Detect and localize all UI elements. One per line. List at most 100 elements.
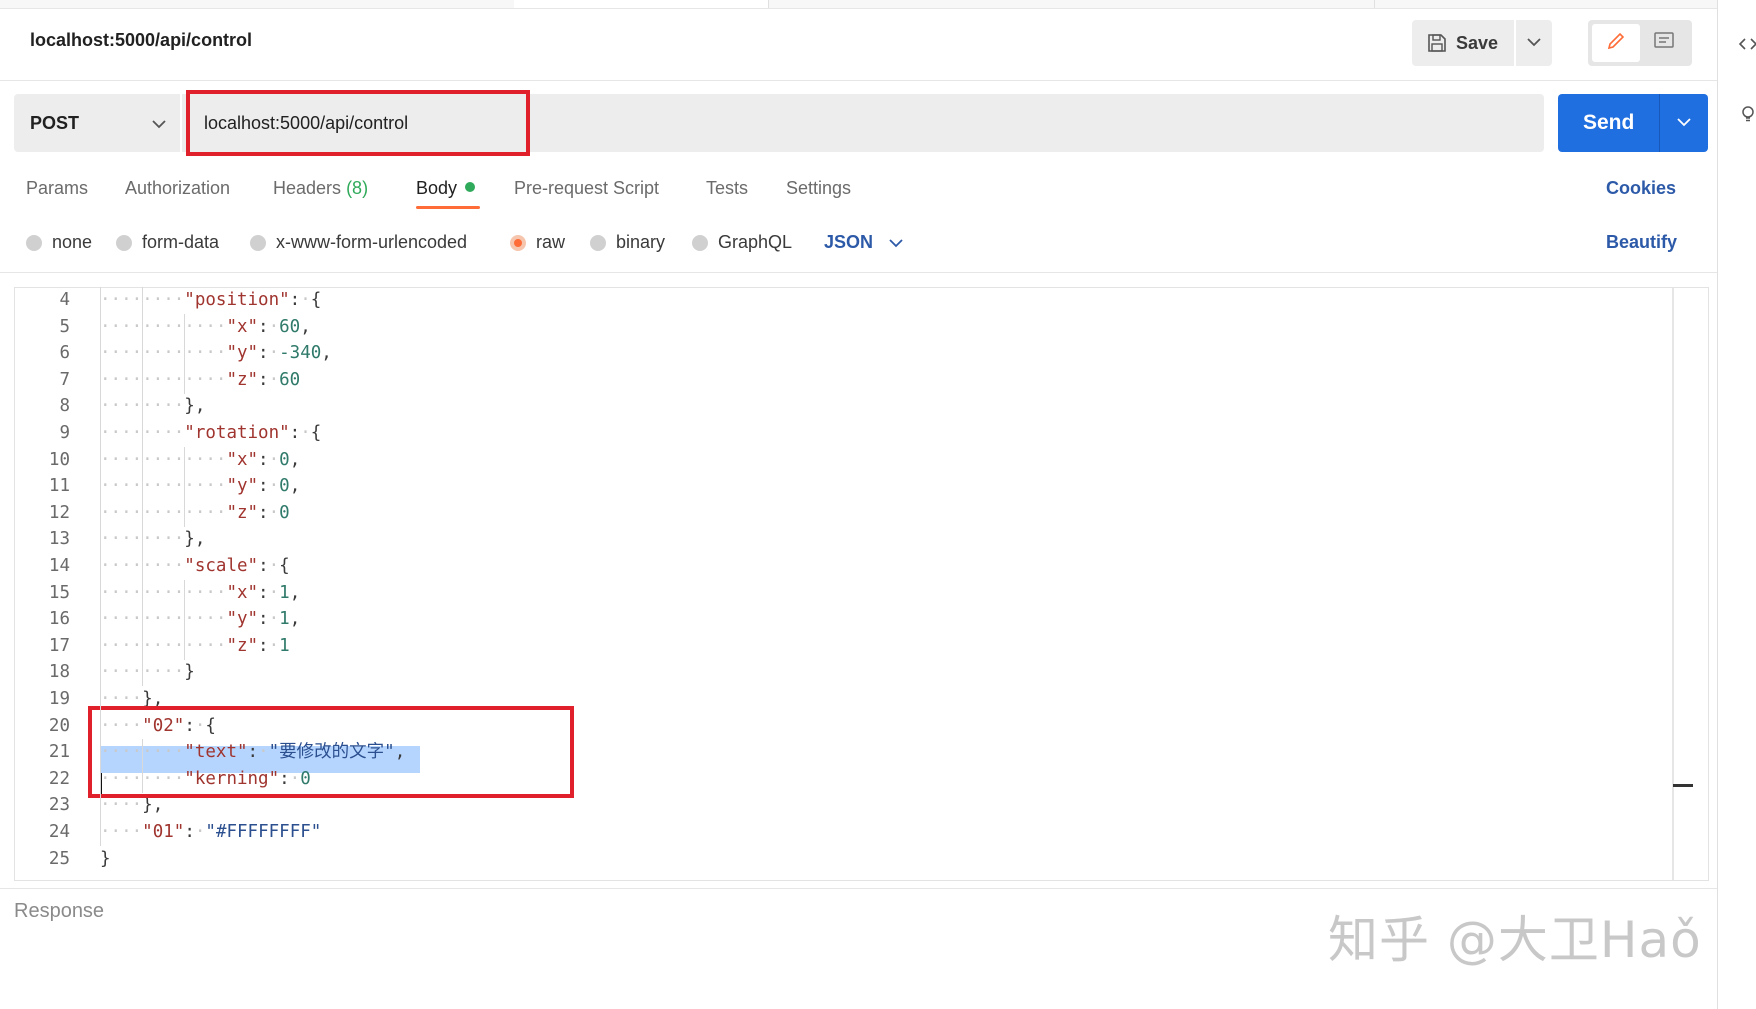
indent-guide <box>100 606 101 634</box>
line-number: 6 <box>59 343 70 364</box>
code-line[interactable]: 13 ········}, <box>14 526 1654 553</box>
tab-params[interactable]: Params <box>26 178 88 199</box>
tab-headers-label: Headers <box>273 178 342 198</box>
radio-circle <box>116 234 132 251</box>
code-token: 0 <box>279 449 290 470</box>
code-line[interactable]: 10 ············"x":·0, <box>14 447 1654 474</box>
tab-settings[interactable]: Settings <box>786 178 851 199</box>
code-line[interactable]: 25} <box>14 846 1654 873</box>
code-line[interactable]: 24 ····"01":·"#FFFFFFFF" <box>14 819 1654 846</box>
code-line[interactable]: 17 ············"z":·1 <box>14 633 1654 660</box>
code-token: { <box>310 290 322 310</box>
method-select[interactable]: POST <box>14 94 182 152</box>
code-line[interactable]: 4 ········"position":·{ <box>14 287 1654 314</box>
status-dot <box>465 182 476 193</box>
tab-strip-segment[interactable] <box>0 0 515 8</box>
code-line[interactable]: 8 ········}, <box>14 393 1654 420</box>
radio-x-www-form-urlencoded[interactable]: x-www-form-urlencoded <box>250 232 467 253</box>
line-number: 19 <box>48 689 70 709</box>
tab-tests[interactable]: Tests <box>706 178 748 199</box>
code-line[interactable]: 9 ········"rotation":·{ <box>14 420 1654 447</box>
beautify-link[interactable]: Beautify <box>1606 232 1677 253</box>
send-button[interactable]: Send <box>1558 94 1661 152</box>
code-line[interactable]: 12 ············"z":·0 <box>14 500 1654 527</box>
indent-guide <box>100 420 101 447</box>
edit-mode-button[interactable] <box>1592 24 1640 62</box>
chevron-down-icon <box>1527 34 1541 52</box>
line-number: 15 <box>48 582 70 603</box>
raw-format-select[interactable]: JSON <box>824 232 903 253</box>
editor-scrollbar-track[interactable] <box>1672 288 1674 880</box>
watermark: 知乎 @大卫Haǒ <box>1328 911 1702 969</box>
code-token: , <box>289 582 301 603</box>
code-text: ············"y":·-340, <box>100 340 332 367</box>
code-line[interactable]: 15 ············"x":·1, <box>14 580 1654 607</box>
line-number: 21 <box>48 742 70 763</box>
indent-guide <box>142 393 143 421</box>
radio-circle <box>26 234 42 251</box>
code-text: ············"z":·60 <box>100 367 300 394</box>
radio-binary[interactable]: binary <box>590 232 665 253</box>
tab-headers[interactable]: Headers (8) <box>273 178 368 199</box>
code-token: : <box>258 556 269 576</box>
code-icon[interactable] <box>1738 34 1756 54</box>
code-token: : <box>289 290 301 310</box>
indent-guide <box>184 499 185 527</box>
radio-none[interactable]: none <box>26 232 92 253</box>
line-number: 23 <box>48 795 70 816</box>
radio-form-data[interactable]: form-data <box>116 232 219 253</box>
scrollbar-marker <box>1673 784 1693 787</box>
code-token: · <box>268 556 280 576</box>
tab-authorization[interactable]: Authorization <box>125 178 230 199</box>
code-token: 0 <box>279 502 290 523</box>
code-line[interactable]: 11 ············"y":·0, <box>14 473 1654 500</box>
indent-guide <box>142 473 143 501</box>
indent-guide <box>100 659 101 687</box>
indent-guide <box>100 579 101 607</box>
radio-label: binary <box>616 232 666 252</box>
radio-graphql[interactable]: GraphQL <box>692 232 792 253</box>
code-token: · <box>268 316 280 337</box>
tab-strip-segment-active[interactable] <box>514 0 769 8</box>
code-text: ········"scale":·{ <box>100 553 290 580</box>
comment-mode-button[interactable] <box>1640 24 1688 62</box>
code-token: : <box>258 476 269 497</box>
cookies-link[interactable]: Cookies <box>1606 178 1676 199</box>
code-line[interactable]: 18 ········} <box>14 659 1654 686</box>
indent-guide <box>100 632 101 660</box>
send-options-button[interactable] <box>1660 94 1708 152</box>
code-text: ············"y":·0, <box>100 473 300 500</box>
radio-circle <box>692 234 708 251</box>
radio-circle <box>250 234 266 251</box>
save-button[interactable]: Save <box>1412 20 1517 66</box>
annotation-box-code <box>88 706 574 798</box>
code-line[interactable]: 5 ············"x":·60, <box>14 314 1654 341</box>
code-token: : <box>258 343 269 364</box>
indent-guide <box>100 526 101 554</box>
radio-raw[interactable]: raw <box>510 232 565 253</box>
code-token: "position" <box>184 290 290 310</box>
save-label: Save <box>1456 32 1499 53</box>
save-options-button[interactable] <box>1516 20 1552 66</box>
code-token: { <box>279 556 290 576</box>
code-line[interactable]: 14 ········"scale":·{ <box>14 553 1654 580</box>
code-token: } <box>100 848 111 869</box>
code-line[interactable]: 6 ············"y":·-340, <box>14 340 1654 367</box>
code-token: "x" <box>226 316 259 337</box>
indent-guide <box>142 499 143 527</box>
indent-guide <box>100 553 101 580</box>
code-token: "01" <box>142 822 185 842</box>
indent-guide <box>142 553 143 580</box>
tab-pre-request-script[interactable]: Pre-request Script <box>514 178 659 199</box>
code-line[interactable]: 7 ············"z":·60 <box>14 367 1654 394</box>
tab-strip-segment[interactable] <box>768 0 1375 8</box>
tab-body[interactable]: Body <box>416 178 476 199</box>
code-line[interactable]: 16 ············"y":·1, <box>14 606 1654 633</box>
indent-guide <box>184 366 185 394</box>
indent-guide <box>100 446 101 474</box>
code-token: : <box>258 316 269 337</box>
code-token: "rotation" <box>184 423 290 443</box>
code-token: } <box>184 662 195 683</box>
line-number: 14 <box>48 556 70 576</box>
lightbulb-icon[interactable] <box>1738 104 1756 124</box>
